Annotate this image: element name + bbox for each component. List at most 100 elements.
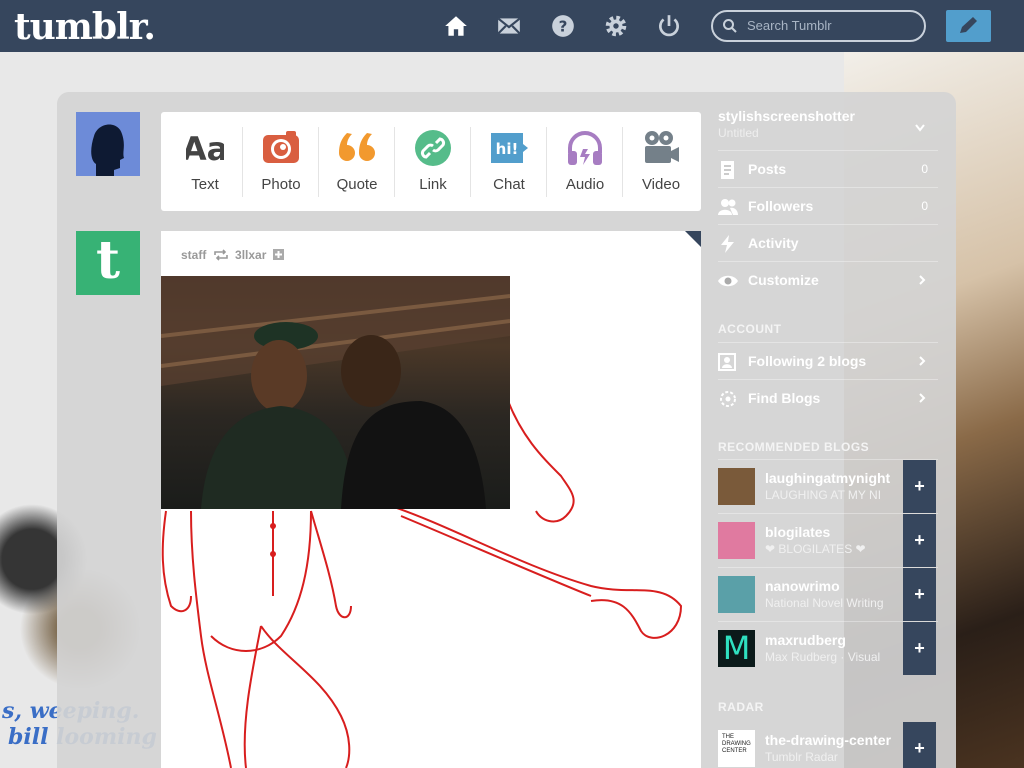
posts-count: 0 [921, 162, 928, 176]
following-icon [718, 353, 736, 371]
reblog-info: staff 3llxar [181, 247, 284, 262]
blog-avatar[interactable] [718, 522, 755, 559]
blog-name[interactable]: stylishscreenshotter [718, 108, 855, 124]
home-icon[interactable] [443, 13, 469, 39]
recommended-blog[interactable]: nanowrimo National Novel Writing + [718, 567, 938, 621]
blog-subtitle: Untitled [718, 126, 759, 140]
sidebar-item-followers[interactable]: Followers 0 [718, 187, 938, 224]
sidebar-item-label: Following 2 blogs [748, 353, 867, 369]
search-icon [723, 19, 737, 33]
video-icon [645, 131, 679, 163]
quote-post-label: Quote [336, 176, 378, 193]
recommended-heading: RECOMMENDED BLOGS [718, 440, 870, 454]
blog-avatar[interactable]: M [718, 630, 755, 667]
quote-icon [339, 133, 375, 161]
compose-button[interactable] [946, 10, 991, 42]
chevron-down-icon[interactable] [915, 124, 925, 132]
blog-avatar[interactable]: THE DRAWING CENTER [718, 730, 755, 767]
blog-avatar[interactable] [718, 576, 755, 613]
photo-image [161, 276, 511, 509]
sidebar-item-activity[interactable]: Activity [718, 224, 938, 261]
post-card: staff 3llxar [161, 231, 701, 768]
chevron-right-icon [919, 393, 926, 403]
sidebar-item-label: Followers [748, 198, 814, 214]
staff-avatar[interactable]: t [76, 231, 140, 295]
audio-post-label: Audio [565, 176, 605, 193]
blog-name[interactable]: nanowrimo [765, 578, 900, 594]
pencil-icon [960, 17, 977, 33]
tumblr-logo[interactable]: tumblr. [14, 6, 156, 48]
quote-post-button[interactable]: Quote [319, 112, 395, 211]
gear-icon[interactable] [603, 13, 629, 39]
text-post-label: Text [191, 176, 219, 193]
sidebar-item-label: Activity [748, 235, 799, 251]
reblogged-from[interactable]: 3llxar [235, 248, 266, 262]
help-icon[interactable]: ? [550, 13, 576, 39]
post-photo[interactable] [161, 276, 511, 509]
blog-description: LAUGHING AT MY NI [765, 488, 882, 502]
top-navigation-bar: tumblr. ? Search Tumblr [0, 0, 1024, 52]
recommended-blog[interactable]: blogilates ❤ BLOGILATES ❤ + [718, 513, 938, 567]
blog-name[interactable]: the-drawing-center [765, 732, 900, 748]
recommended-blog[interactable]: laughingatmynight LAUGHING AT MY NI + [718, 459, 938, 513]
chat-icon: hi! [491, 133, 528, 163]
activity-icon [721, 235, 734, 253]
user-avatar[interactable] [76, 112, 140, 176]
blog-description: ❤ BLOGILATES ❤ [765, 542, 866, 556]
blog-name[interactable]: blogilates [765, 524, 900, 540]
post-type-bar: Aa Text Photo Quote Link hi! Chat Audio … [161, 112, 701, 211]
svg-text:?: ? [559, 17, 568, 35]
mail-icon[interactable] [496, 13, 522, 39]
post-corner-fold[interactable] [685, 231, 701, 247]
sidebar-item-label: Posts [748, 161, 787, 177]
followers-count: 0 [921, 199, 928, 213]
eye-icon [718, 275, 738, 287]
account-heading: ACCOUNT [718, 322, 782, 336]
svg-text:Aa: Aa [186, 130, 224, 167]
reblog-icon [213, 249, 228, 261]
power-icon[interactable] [656, 13, 682, 39]
sidebar-item-label: Find Blogs [748, 390, 821, 406]
photo-post-label: Photo [261, 176, 301, 193]
link-icon [415, 130, 451, 166]
blog-avatar[interactable] [718, 468, 755, 505]
blog-name[interactable]: laughingatmynight [765, 470, 900, 486]
sidebar-item-following[interactable]: Following 2 blogs [718, 342, 938, 379]
photo-post-button[interactable]: Photo [243, 112, 319, 211]
posts-icon [721, 161, 734, 179]
sidebar-item-customize[interactable]: Customize [718, 261, 938, 298]
headphones-icon [568, 131, 602, 165]
chevron-right-icon [919, 275, 926, 285]
chat-post-button[interactable]: hi! Chat [471, 112, 547, 211]
blog-description: Max Rudberg · Visual [765, 650, 881, 664]
post-author[interactable]: staff [181, 248, 206, 262]
blog-name[interactable]: maxrudberg [765, 632, 900, 648]
sidebar-item-posts[interactable]: Posts 0 [718, 150, 938, 187]
text-icon: Aa [186, 130, 224, 167]
video-post-label: Video [641, 176, 681, 193]
radar-blog[interactable]: THE DRAWING CENTER the-drawing-center Tu… [718, 722, 938, 768]
search-input[interactable]: Search Tumblr [711, 10, 926, 42]
text-post-button[interactable]: Aa Text [167, 112, 243, 211]
follow-button[interactable]: + [903, 514, 936, 567]
follow-button[interactable]: + [903, 568, 936, 621]
sidebar-item-label: Customize [748, 272, 819, 288]
follow-button[interactable]: + [903, 722, 936, 768]
audio-post-button[interactable]: Audio [547, 112, 623, 211]
svg-text:hi!: hi! [496, 140, 519, 158]
chevron-right-icon [919, 356, 926, 366]
follow-button[interactable]: + [903, 460, 936, 513]
plus-icon[interactable] [272, 249, 284, 261]
recommended-blog[interactable]: M maxrudberg Max Rudberg · Visual + [718, 621, 938, 675]
radar-heading: RADAR [718, 700, 764, 714]
sidebar-item-find-blogs[interactable]: Find Blogs [718, 379, 938, 416]
link-post-label: Link [419, 176, 447, 193]
video-post-button[interactable]: Video [623, 112, 699, 211]
followers-icon [718, 199, 738, 215]
follow-button[interactable]: + [903, 622, 936, 675]
camera-icon [263, 131, 299, 163]
blog-description: Tumblr Radar [765, 750, 838, 764]
blog-description: National Novel Writing [765, 596, 884, 610]
link-post-button[interactable]: Link [395, 112, 471, 211]
find-blogs-icon [720, 391, 736, 407]
